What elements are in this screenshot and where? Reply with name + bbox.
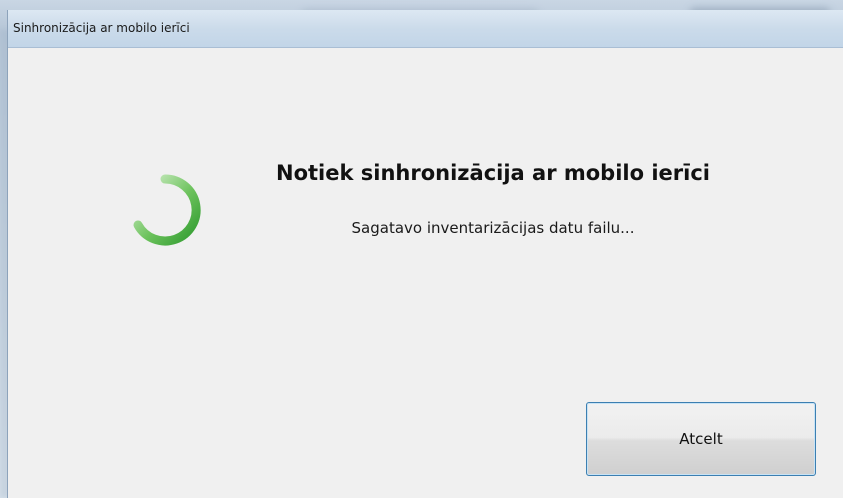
cancel-button[interactable]: Atcelt xyxy=(586,402,816,476)
dialog-content: Notiek sinhronizācija ar mobilo ierīci S… xyxy=(8,48,843,498)
window-title: Sinhronizācija ar mobilo ierīci xyxy=(13,21,190,35)
sync-dialog: Sinhronizācija ar mobilo ierīci Notiek s… xyxy=(7,10,843,498)
sync-status-text: Sagatavo inventarizācijas datu failu... xyxy=(351,219,635,237)
loading-spinner-icon xyxy=(133,174,201,246)
title-bar[interactable]: Sinhronizācija ar mobilo ierīci xyxy=(8,10,843,48)
sync-heading: Notiek sinhronizācija ar mobilo ierīci xyxy=(276,161,710,185)
screen: Sinhronizācija ar mobilo ierīci Notiek s… xyxy=(0,0,843,498)
